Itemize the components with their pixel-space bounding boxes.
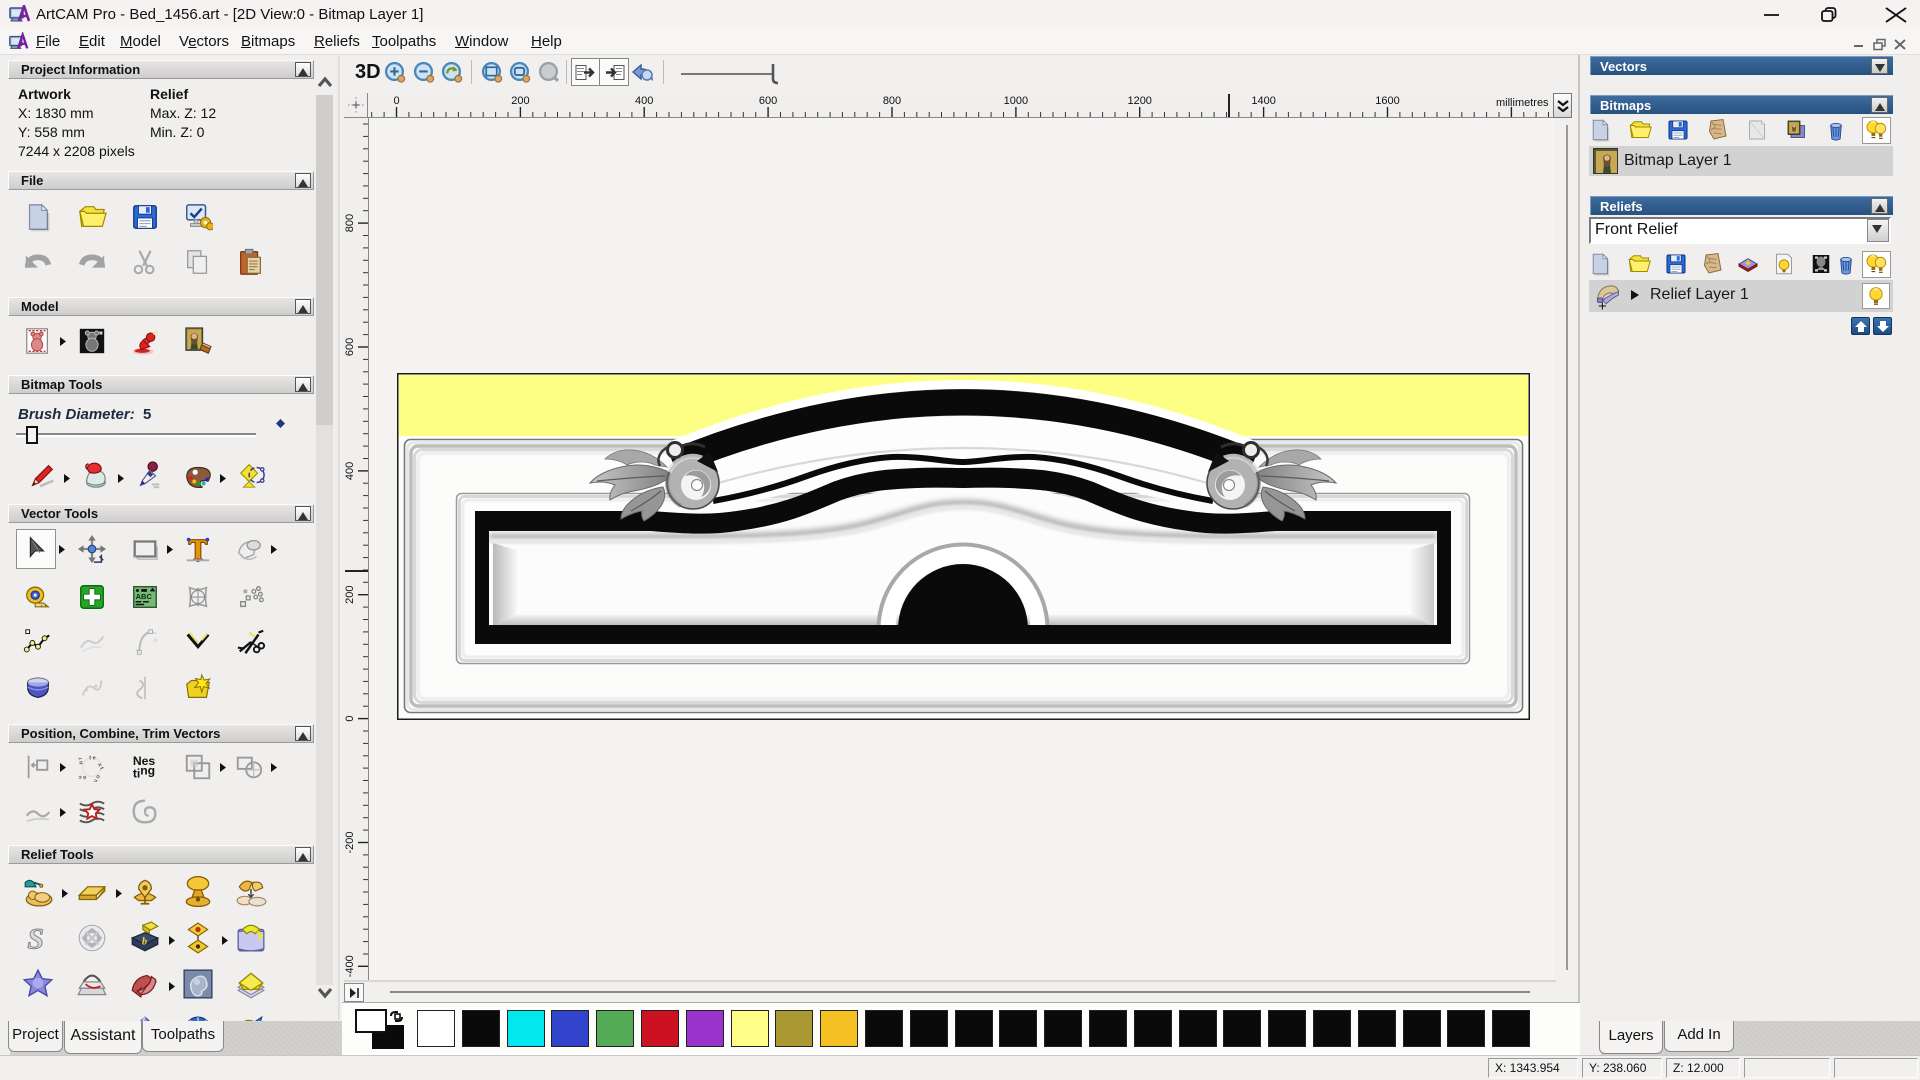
svg-text:S: S — [27, 923, 44, 955]
svg-text:x t: x t — [96, 762, 105, 771]
svg-text:t e: t e — [89, 756, 96, 762]
svg-text:200: 200 — [511, 95, 529, 107]
svg-text:1400: 1400 — [1251, 95, 1275, 107]
svg-text:ting: ting — [133, 764, 155, 781]
svg-text:1600: 1600 — [1375, 95, 1399, 107]
svg-text:600: 600 — [759, 95, 777, 107]
svg-text:400: 400 — [344, 462, 356, 480]
svg-text:800: 800 — [344, 214, 356, 232]
svg-text:0: 0 — [344, 716, 356, 722]
svg-text:1000: 1000 — [1004, 95, 1028, 107]
svg-text:-200: -200 — [344, 831, 356, 853]
svg-text:800: 800 — [883, 95, 901, 107]
svg-text:a c: a c — [78, 774, 86, 781]
svg-text:200: 200 — [344, 586, 356, 604]
svg-text:b: b — [142, 936, 147, 947]
svg-text:1200: 1200 — [1127, 95, 1151, 107]
svg-text:600: 600 — [344, 338, 356, 356]
svg-text:400: 400 — [635, 95, 653, 107]
svg-text:u r: u r — [77, 756, 84, 765]
svg-text:0: 0 — [393, 95, 399, 107]
svg-text:-400: -400 — [344, 955, 356, 977]
svg-text:o n: o n — [91, 774, 101, 783]
svg-text:ABC: ABC — [136, 592, 153, 601]
